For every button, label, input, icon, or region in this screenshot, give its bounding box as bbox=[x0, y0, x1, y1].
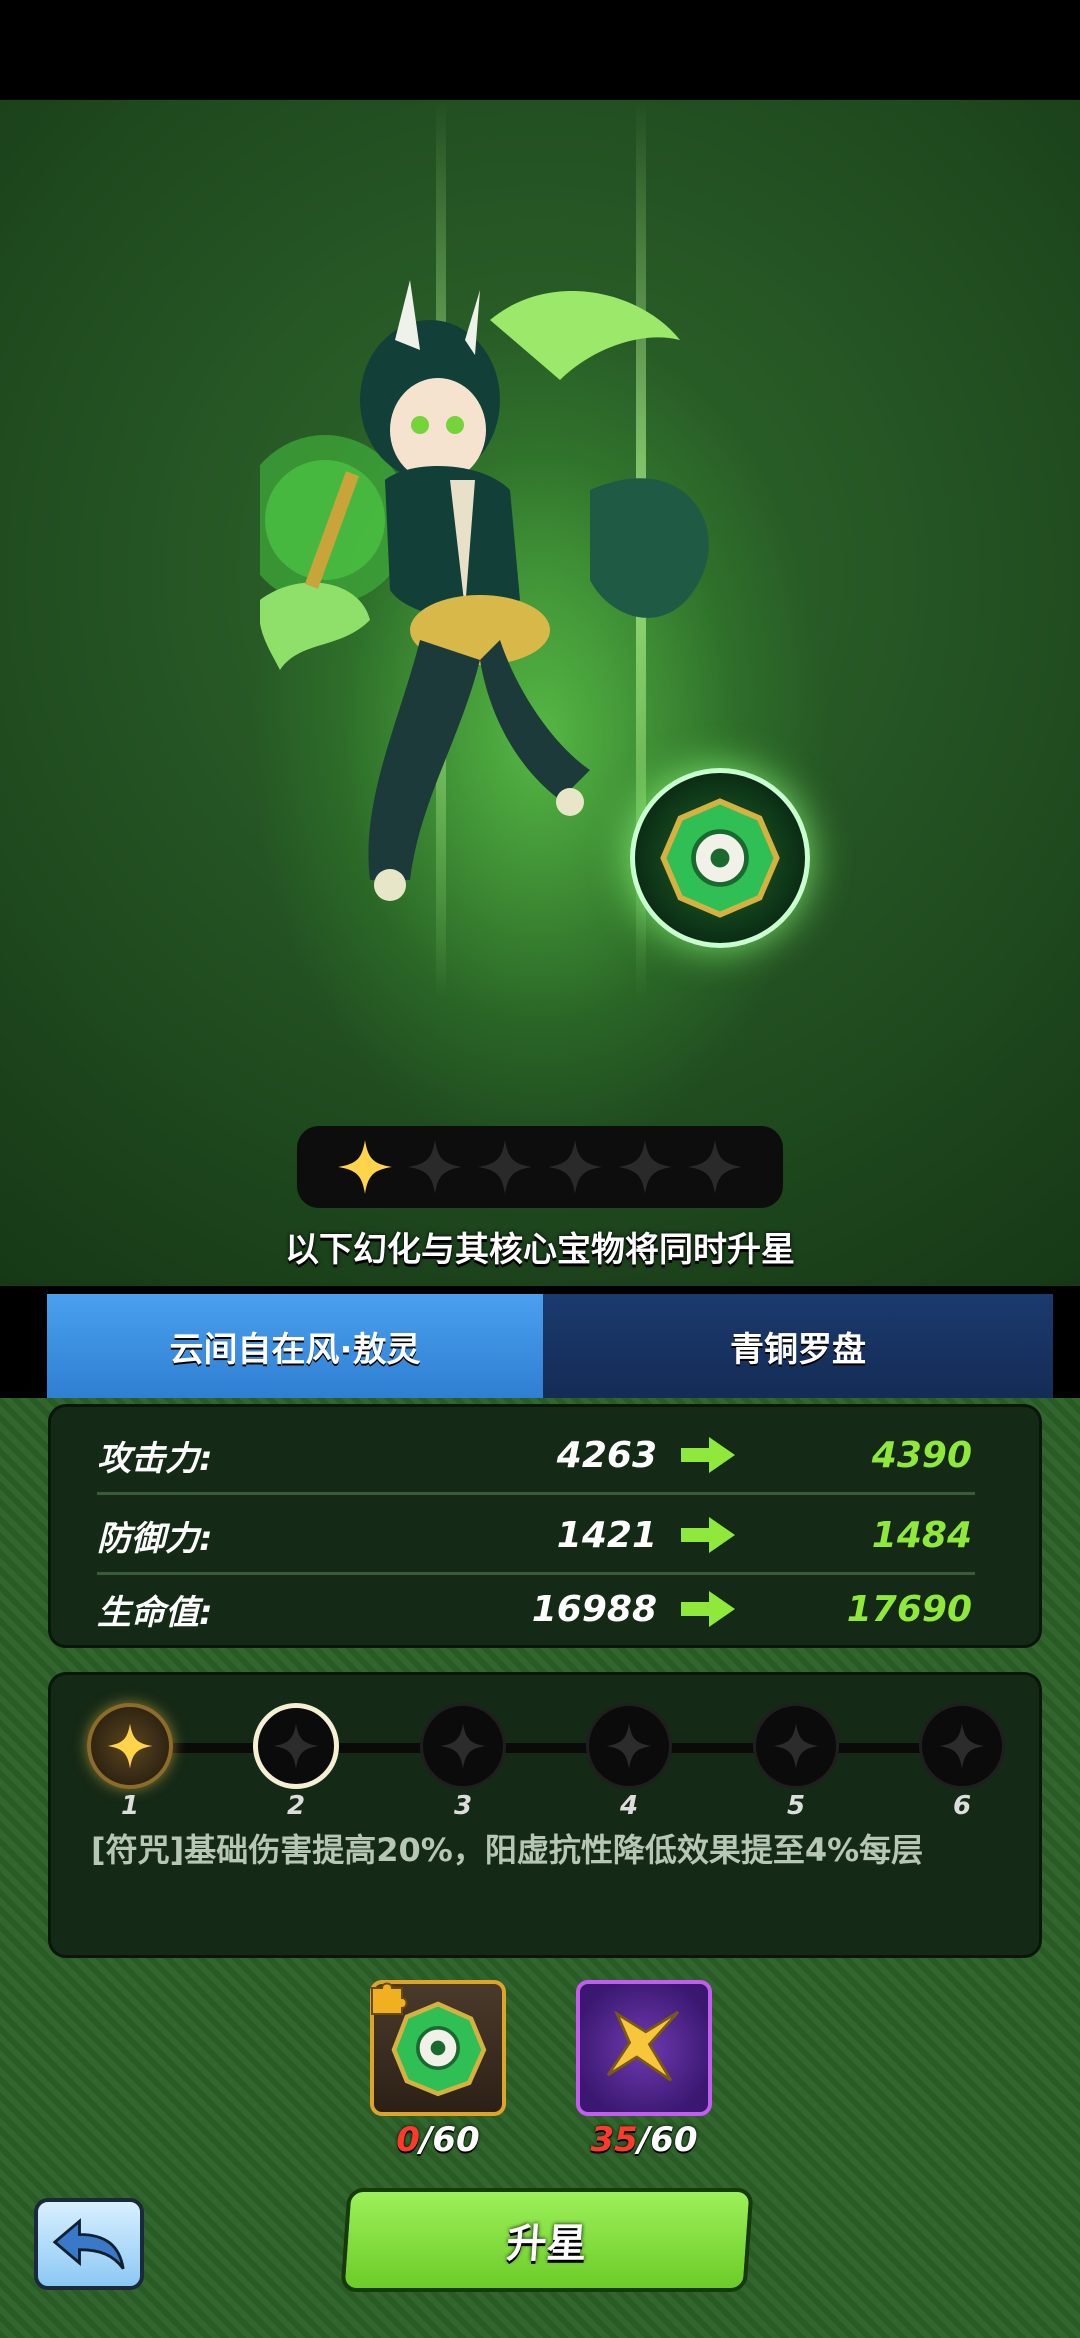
node-number: 4 bbox=[619, 1791, 639, 1821]
star-skill-panel: 1 2 3 4 5 6 [符咒]基础伤害提高20%，阳虚抗性降低效果提至4%每层 bbox=[48, 1672, 1042, 1958]
core-treasure-badge[interactable] bbox=[630, 768, 810, 948]
star-filled-icon bbox=[107, 1723, 153, 1769]
arrow-right-icon bbox=[681, 1517, 735, 1553]
node-number: 3 bbox=[453, 1791, 473, 1821]
tab-core-treasure[interactable]: 青铜罗盘 bbox=[543, 1294, 1053, 1398]
material-count-star: 35/60 bbox=[576, 2120, 712, 2160]
material-slot-fragment[interactable] bbox=[370, 1980, 506, 2116]
node-number: 6 bbox=[952, 1791, 972, 1821]
star-node-1[interactable] bbox=[87, 1703, 173, 1789]
stat-current-value: 1421 bbox=[556, 1514, 657, 1556]
node-number: 2 bbox=[286, 1791, 306, 1821]
star-node-5[interactable] bbox=[753, 1703, 839, 1789]
material-need: /60 bbox=[419, 2120, 480, 2160]
star-empty-icon bbox=[478, 1140, 532, 1194]
star-filled-icon bbox=[338, 1140, 392, 1194]
puzzle-piece-icon bbox=[371, 1982, 408, 2015]
star-empty-icon bbox=[408, 1140, 462, 1194]
skill-description: [符咒]基础伤害提高20%，阳虚抗性降低效果提至4%每层 bbox=[91, 1831, 924, 1869]
star-empty-icon bbox=[606, 1723, 652, 1769]
gold-star-icon bbox=[606, 2010, 680, 2082]
star-node-3[interactable] bbox=[420, 1703, 506, 1789]
material-count-fragment: 0/60 bbox=[370, 2120, 506, 2160]
sync-notice: 以下幻化与其核心宝物将同时升星 bbox=[285, 1230, 795, 1270]
top-black-bar bbox=[0, 0, 1080, 100]
stat-label: 攻击力: bbox=[97, 1438, 213, 1479]
star-empty-icon bbox=[939, 1723, 985, 1769]
stat-next-value: 4390 bbox=[871, 1434, 972, 1476]
material-have: 35 bbox=[590, 2120, 638, 2160]
back-button[interactable] bbox=[34, 2198, 144, 2290]
upgrade-star-button[interactable]: 升星 bbox=[340, 2188, 754, 2292]
stat-current-value: 4263 bbox=[556, 1434, 657, 1476]
stat-next-value: 17690 bbox=[846, 1588, 972, 1630]
material-need: /60 bbox=[637, 2120, 698, 2160]
material-have: 0 bbox=[396, 2120, 420, 2160]
node-number: 1 bbox=[120, 1791, 140, 1821]
stat-row-hp: 生命值: 16988 17690 bbox=[97, 1569, 1027, 1649]
star-empty-icon bbox=[773, 1723, 819, 1769]
stat-row-defense: 防御力: 1421 1484 bbox=[97, 1495, 1027, 1575]
arrow-right-icon bbox=[681, 1437, 735, 1473]
star-node-2[interactable] bbox=[253, 1703, 339, 1789]
stat-row-attack: 攻击力: 4263 4390 bbox=[97, 1415, 1027, 1495]
star-node-4[interactable] bbox=[586, 1703, 672, 1789]
star-rating-bar bbox=[297, 1126, 783, 1208]
stats-panel: 攻击力: 4263 4390 防御力: 1421 1484 生命值: 16988… bbox=[48, 1404, 1042, 1648]
bronze-compass-icon bbox=[660, 798, 780, 918]
stat-next-value: 1484 bbox=[871, 1514, 972, 1556]
tab-skin[interactable]: 云间自在风·敖灵 bbox=[47, 1294, 543, 1398]
stat-label: 防御力: bbox=[97, 1518, 213, 1559]
material-slot-star[interactable] bbox=[576, 1980, 712, 2116]
return-arrow-icon bbox=[52, 2218, 125, 2270]
stat-label: 生命值: bbox=[97, 1592, 213, 1633]
star-empty-icon bbox=[548, 1140, 602, 1194]
star-node-6[interactable] bbox=[919, 1703, 1005, 1789]
arrow-right-icon bbox=[681, 1591, 735, 1627]
star-empty-icon bbox=[273, 1723, 319, 1769]
stat-current-value: 16988 bbox=[531, 1588, 657, 1630]
star-empty-icon bbox=[688, 1140, 742, 1194]
star-empty-icon bbox=[618, 1140, 672, 1194]
node-number: 5 bbox=[786, 1791, 806, 1821]
star-empty-icon bbox=[440, 1723, 486, 1769]
